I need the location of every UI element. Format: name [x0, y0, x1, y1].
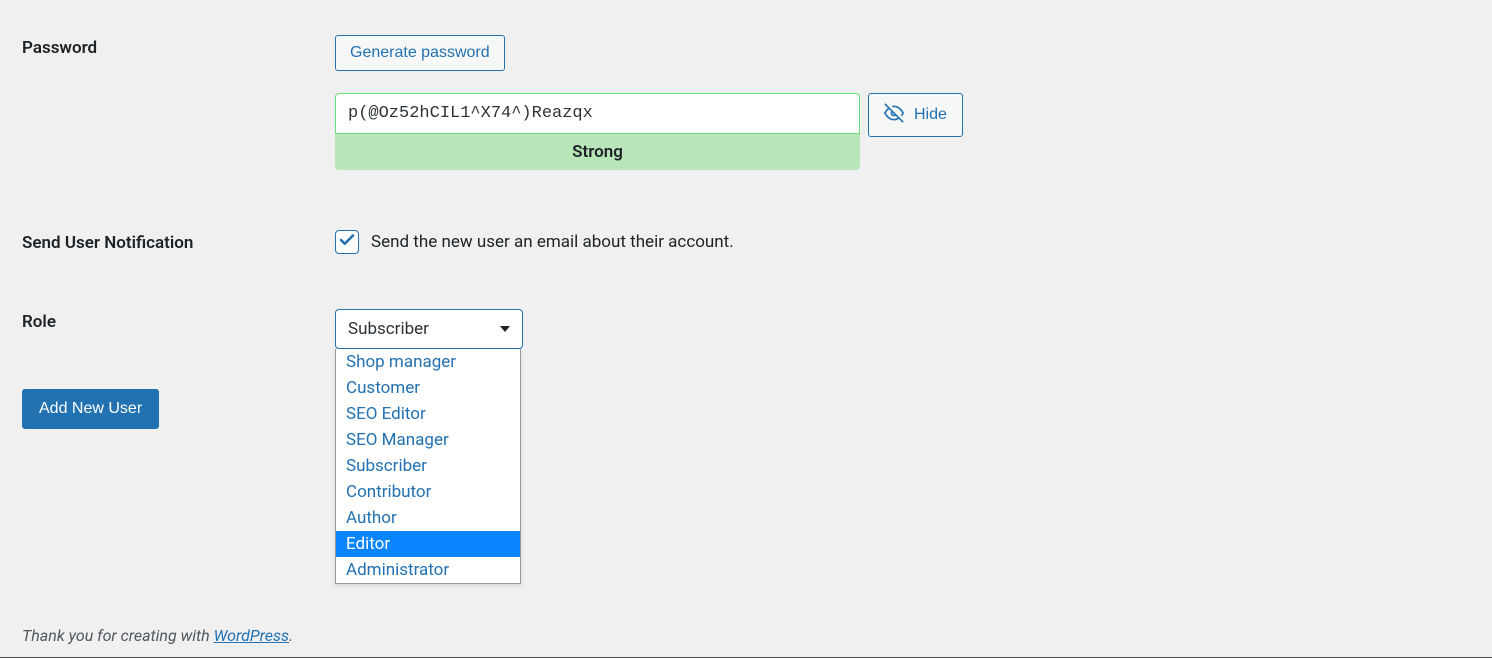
notification-checkbox[interactable]	[335, 230, 359, 254]
footer-suffix: .	[289, 626, 293, 645]
password-field: Generate password Strong Hide	[335, 35, 1482, 170]
generate-password-button[interactable]: Generate password	[335, 35, 505, 71]
password-label: Password	[0, 35, 335, 58]
password-row: Password Generate password Strong Hide	[0, 0, 1492, 180]
footer-prefix: Thank you for creating with	[22, 626, 214, 645]
password-input[interactable]	[335, 93, 860, 134]
eye-slash-icon	[884, 103, 904, 128]
notification-field: Send the new user an email about their a…	[335, 230, 1482, 254]
notification-description: Send the new user an email about their a…	[371, 232, 734, 252]
role-option[interactable]: Shop manager	[336, 349, 520, 375]
role-row: Role Subscriber Shop managerCustomerSEO …	[0, 274, 1492, 369]
add-new-user-button[interactable]: Add New User	[22, 389, 159, 429]
role-field: Subscriber Shop managerCustomerSEO Edito…	[335, 309, 1482, 349]
role-label: Role	[0, 309, 335, 332]
role-option[interactable]: Subscriber	[336, 453, 520, 479]
role-select-wrapper: Subscriber Shop managerCustomerSEO Edito…	[335, 309, 523, 349]
notification-label: Send User Notification	[0, 230, 335, 253]
role-option[interactable]: Author	[336, 505, 520, 531]
wordpress-link[interactable]: WordPress	[214, 626, 289, 645]
role-option[interactable]: SEO Editor	[336, 401, 520, 427]
notification-checkbox-wrapper: Send the new user an email about their a…	[335, 230, 1482, 254]
footer-credit: Thank you for creating with WordPress.	[22, 626, 293, 645]
hide-button-label: Hide	[914, 106, 947, 124]
checkmark-icon	[338, 231, 356, 253]
role-option[interactable]: Editor	[336, 531, 520, 557]
role-option[interactable]: Contributor	[336, 479, 520, 505]
role-dropdown: Shop managerCustomerSEO EditorSEO Manage…	[335, 349, 521, 584]
submit-row: Add New User	[0, 369, 1492, 449]
password-input-container: Strong	[335, 93, 860, 170]
role-option[interactable]: SEO Manager	[336, 427, 520, 453]
role-option[interactable]: Administrator	[336, 557, 520, 583]
password-strength-indicator: Strong	[335, 134, 860, 170]
role-option[interactable]: Customer	[336, 375, 520, 401]
hide-password-button[interactable]: Hide	[868, 93, 963, 137]
role-select[interactable]: Subscriber	[335, 309, 523, 349]
notification-row: Send User Notification Send the new user…	[0, 180, 1492, 274]
password-input-wrapper: Strong Hide	[335, 93, 1482, 170]
